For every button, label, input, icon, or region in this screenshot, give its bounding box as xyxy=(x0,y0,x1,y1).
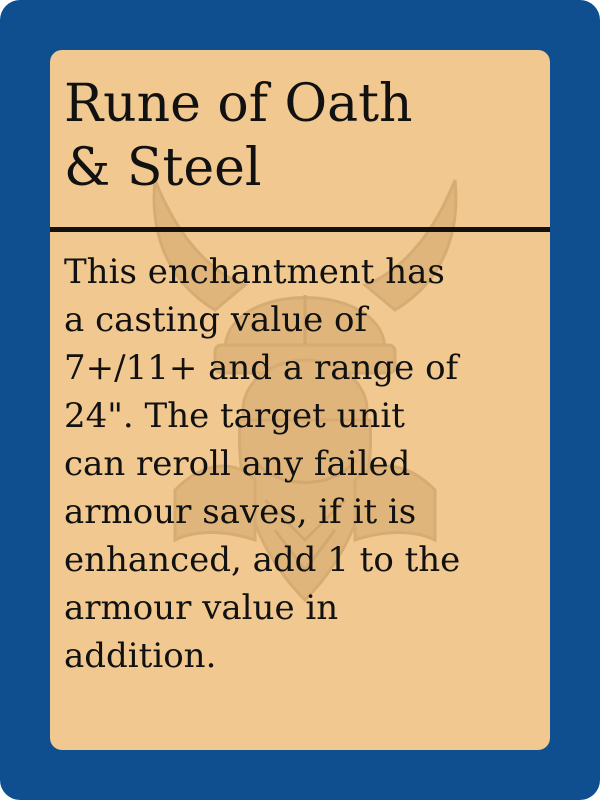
card-title: Rune of Oath & Steel xyxy=(64,72,534,200)
card-face: Rune of Oath & Steel This enchantment ha… xyxy=(50,50,550,750)
description-line: enhanced, add 1 to the xyxy=(64,540,461,580)
card-frame: Rune of Oath & Steel This enchantment ha… xyxy=(0,0,600,800)
description-line: a casting value of xyxy=(64,300,368,340)
description-line: 24". The target unit xyxy=(64,396,405,436)
card-title-line: Rune of Oath xyxy=(64,74,413,134)
description-line: armour saves, if it is xyxy=(64,492,417,532)
card-description: This enchantment has a casting value of … xyxy=(64,248,540,680)
description-line: armour value in xyxy=(64,588,339,628)
description-line: can reroll any failed xyxy=(64,444,411,484)
title-divider xyxy=(50,227,550,232)
description-line: This enchantment has xyxy=(64,252,445,292)
description-line: 7+/11+ and a range of xyxy=(64,348,459,388)
card-title-line: & Steel xyxy=(64,138,262,198)
description-line: addition. xyxy=(64,636,217,676)
